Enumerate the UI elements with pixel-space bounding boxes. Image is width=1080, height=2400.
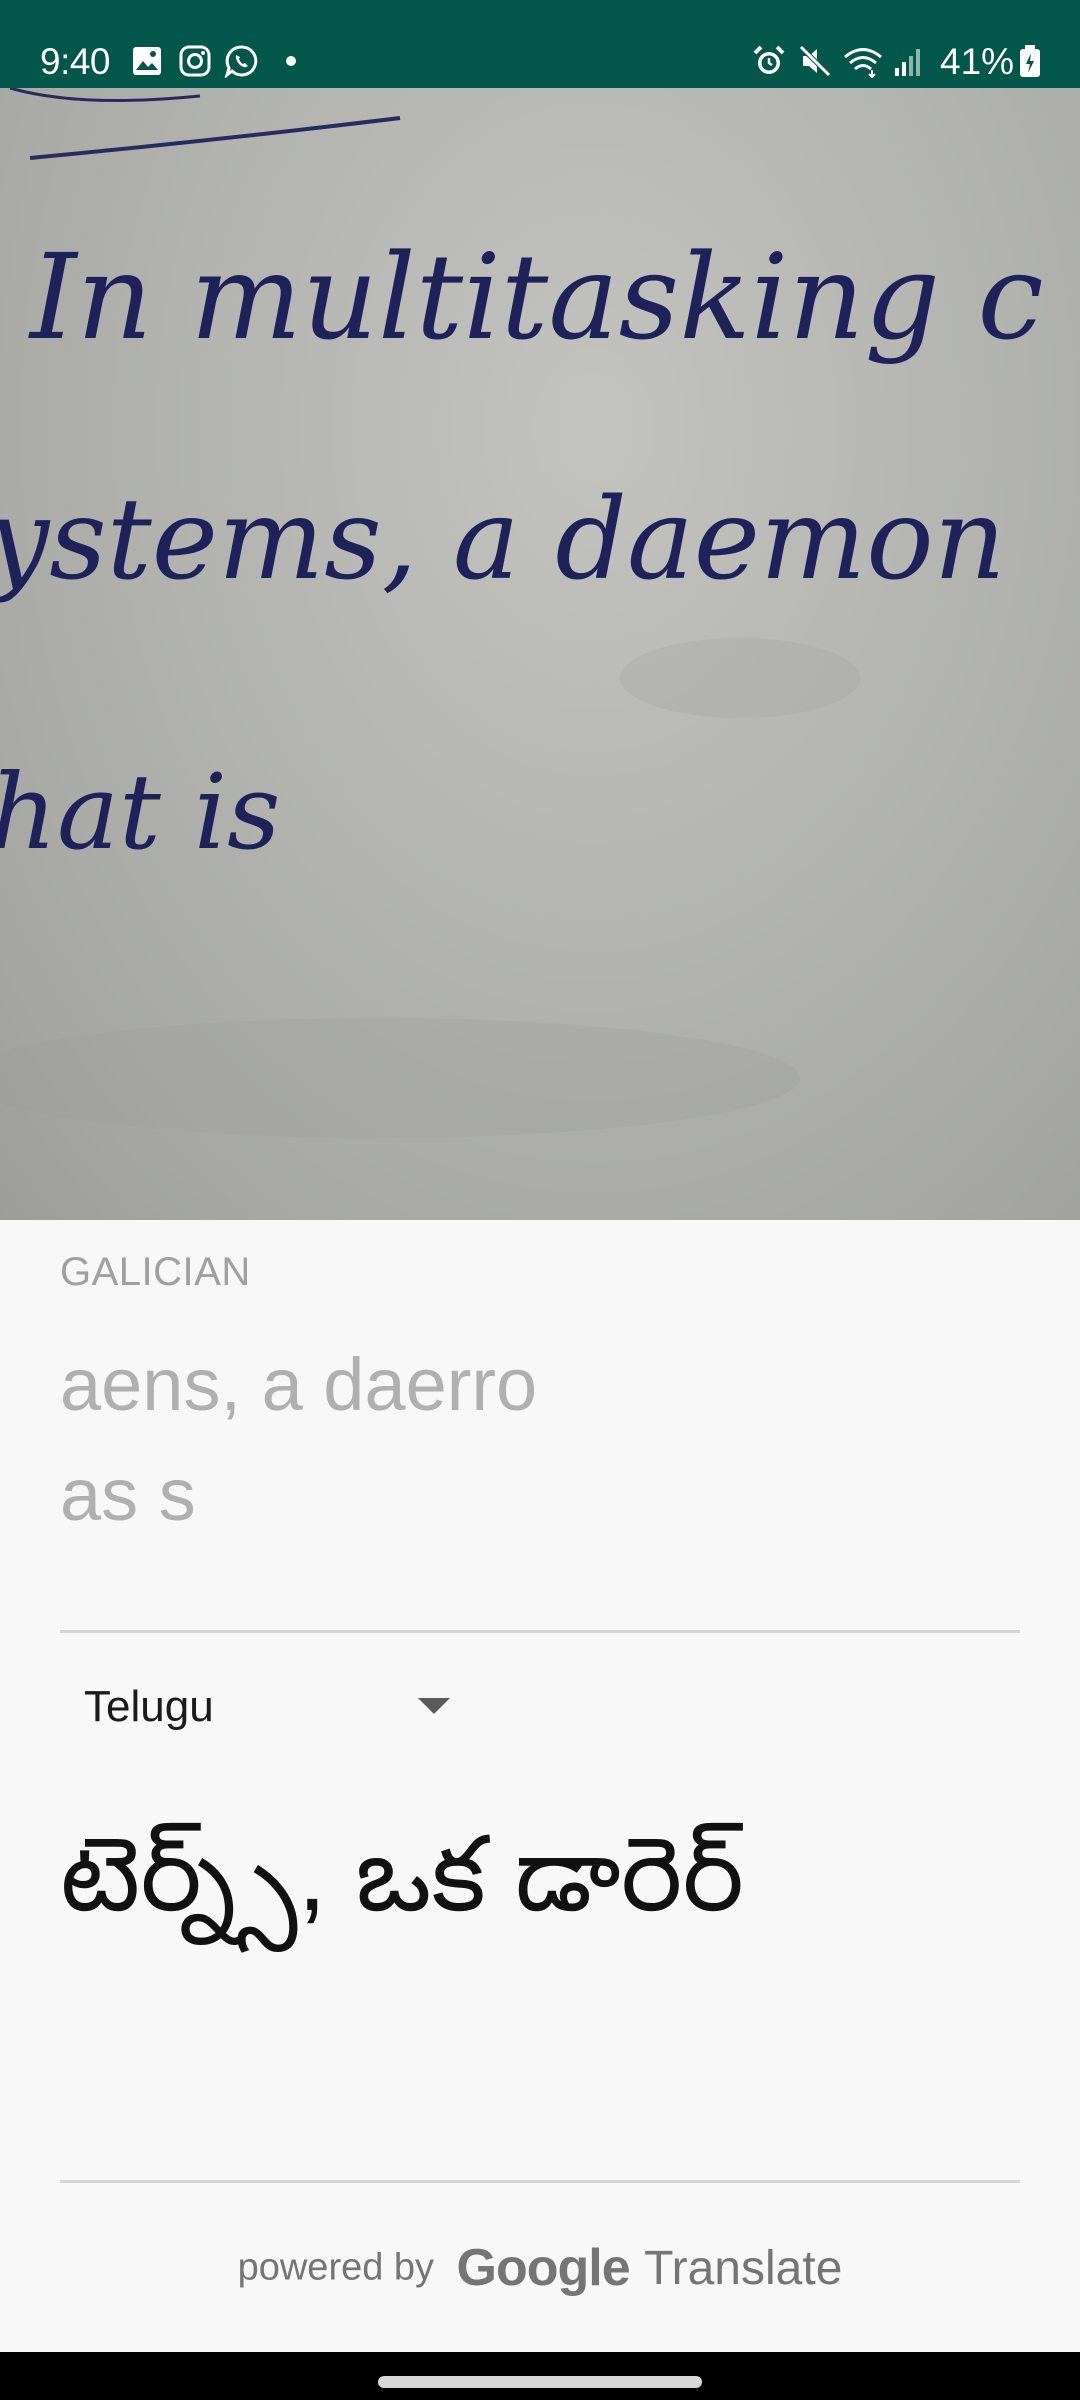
divider-bottom (60, 2180, 1020, 2183)
target-language-dropdown[interactable]: Telugu (60, 1660, 480, 1750)
divider-top (60, 1630, 1020, 1633)
target-language-label: Telugu (84, 1682, 214, 1731)
translation-panel: GALICIAN aens, a daerro as s Telugu టెర్… (0, 1220, 1080, 2352)
whatsapp-icon (224, 45, 258, 78)
notification-dot (286, 56, 296, 66)
source-language-label: GALICIAN (60, 1250, 251, 1294)
wifi-icon (844, 48, 882, 78)
source-text: aens, a daerro as s (60, 1330, 1020, 1550)
instagram-icon (179, 45, 211, 77)
chevron-down-icon (418, 1698, 450, 1714)
camera-preview[interactable]: In multitasking c ystems, a daemon hat i… (0, 88, 1080, 1220)
battery-icon (1020, 45, 1040, 77)
handwritten-line-1: In multitasking c (28, 228, 1044, 366)
signal-icon (895, 49, 920, 76)
battery-percent: 41% (940, 41, 1015, 82)
home-gesture-handle[interactable] (378, 2376, 702, 2388)
status-time: 9:40 (40, 41, 111, 82)
alarm-icon (753, 45, 785, 74)
source-text-line: aens, a daerro (60, 1343, 538, 1426)
mute-icon (799, 45, 831, 77)
handwritten-line-3: hat is (0, 751, 280, 873)
handwritten-line-2: ystems, a daemon (0, 475, 1006, 605)
translated-text: టెర్న్స్, ఒక డారెర్ (60, 1817, 745, 1933)
powered-by-label: powered by (237, 2246, 435, 2289)
google-logo: Google (456, 2239, 631, 2297)
gallery-icon (133, 47, 161, 75)
status-bar: 9:40 41% (0, 0, 1080, 88)
handwriting-image: In multitasking c ystems, a daemon hat i… (0, 88, 1044, 1138)
source-text-line: as s (60, 1453, 196, 1536)
powered-by-google-translate: powered by Google Translate (0, 2238, 1080, 2298)
translate-wordmark: Translate (644, 2241, 843, 2295)
navigation-bar (0, 2352, 1080, 2400)
